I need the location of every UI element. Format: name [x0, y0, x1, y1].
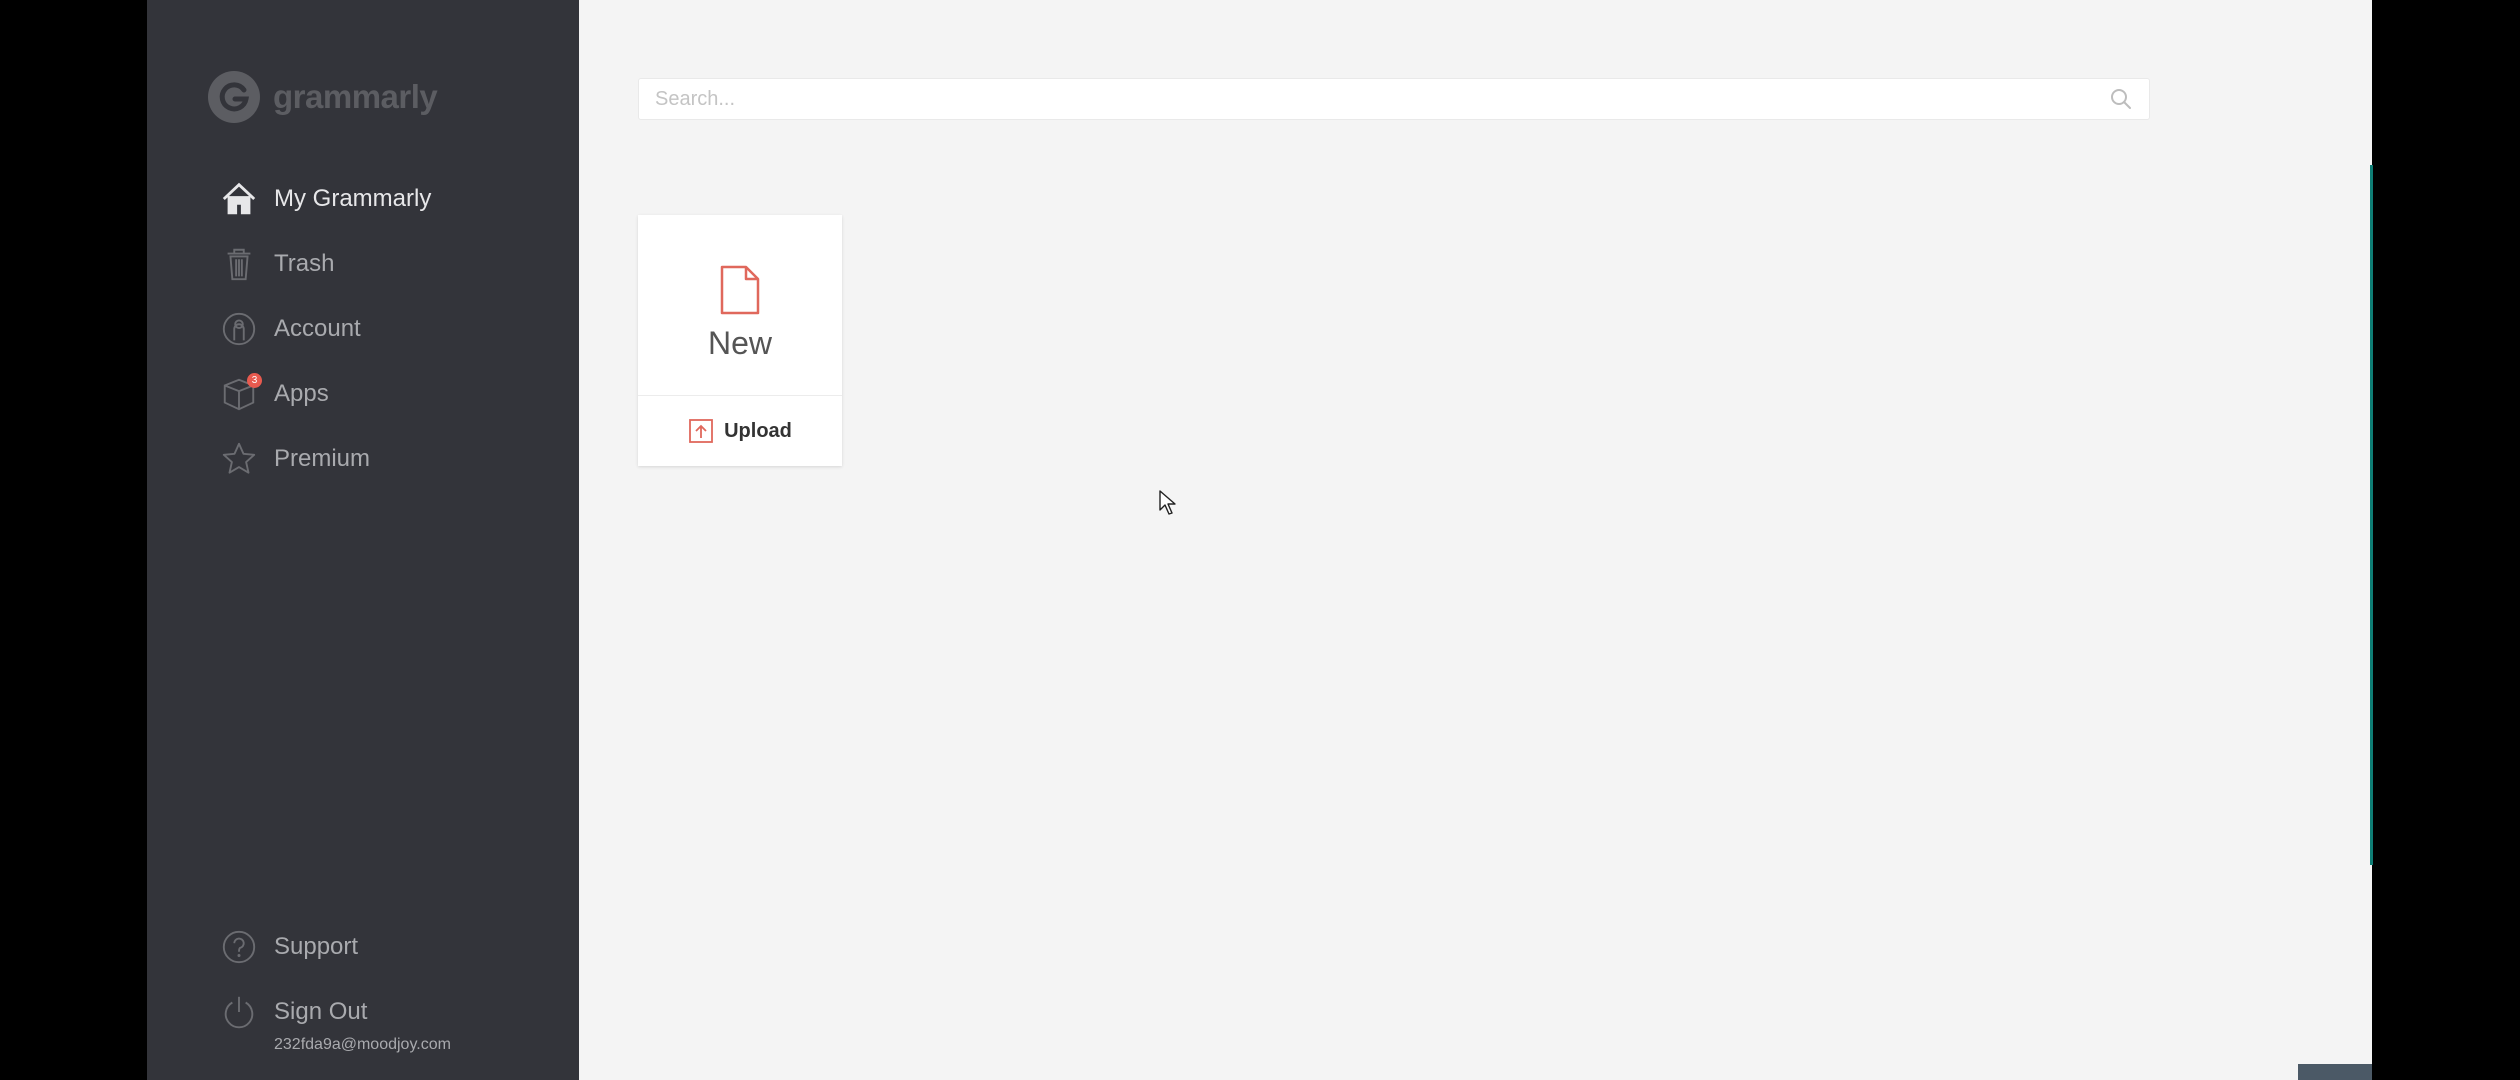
- new-document-card: New Upload: [638, 215, 842, 466]
- question-icon: [219, 927, 259, 967]
- sidebar-item-support[interactable]: Support: [219, 914, 451, 979]
- sidebar-item-premium[interactable]: Premium: [219, 426, 431, 491]
- grammarly-g-icon: [208, 71, 260, 123]
- upload-icon: [689, 419, 714, 443]
- sidebar-item-label: Support: [274, 932, 359, 960]
- star-icon: [219, 439, 259, 479]
- apps-box-icon: 3: [219, 372, 262, 414]
- sidebar-item-apps[interactable]: 3 Apps: [219, 361, 431, 426]
- sidebar-item-label: Sign Out: [274, 997, 368, 1025]
- sidebar-item-account[interactable]: Account: [219, 296, 431, 361]
- search-bar: [638, 78, 2150, 120]
- main-content: New Upload: [579, 0, 2372, 1080]
- sidebar-item-sign-out[interactable]: Sign Out: [219, 979, 451, 1044]
- user-email: 232fda9a@moodjoy.com: [274, 1036, 451, 1053]
- sidebar-item-label: Account: [274, 314, 361, 342]
- search-input[interactable]: [639, 79, 2107, 119]
- sidebar-item-label: Trash: [274, 249, 335, 277]
- search-icon[interactable]: [2107, 85, 2135, 113]
- apps-count-badge: 3: [247, 372, 262, 388]
- grammarly-logo[interactable]: grammarly: [207, 70, 438, 124]
- sidebar-nav: My Grammarly Trash Account 3 Apps Premiu…: [219, 166, 431, 491]
- new-document-icon: [720, 265, 760, 315]
- sidebar-item-label: Apps: [274, 379, 329, 407]
- upload-label: Upload: [724, 419, 792, 442]
- power-icon: [219, 992, 259, 1032]
- upload-button[interactable]: Upload: [638, 396, 842, 466]
- sidebar-item-my-grammarly[interactable]: My Grammarly: [219, 166, 431, 231]
- brand-name: grammarly: [273, 78, 438, 115]
- home-icon: [219, 179, 259, 219]
- account-icon: [219, 309, 259, 349]
- sidebar-item-label: Premium: [274, 444, 371, 472]
- sidebar-bottom-nav: Support Sign Out 232fda9a@moodjoy.com: [219, 914, 451, 1054]
- new-label: New: [707, 325, 772, 361]
- new-document-button[interactable]: New: [638, 215, 842, 396]
- sidebar-item-trash[interactable]: Trash: [219, 231, 431, 296]
- trash-icon: [219, 244, 259, 284]
- sidebar: grammarly My Grammarly Trash Account 3 A…: [147, 0, 579, 1080]
- right-edge-strip: [2370, 165, 2373, 865]
- mouse-cursor-icon: [1159, 490, 1176, 515]
- sidebar-item-label: My Grammarly: [274, 184, 432, 212]
- corner-widget[interactable]: [2298, 1064, 2372, 1080]
